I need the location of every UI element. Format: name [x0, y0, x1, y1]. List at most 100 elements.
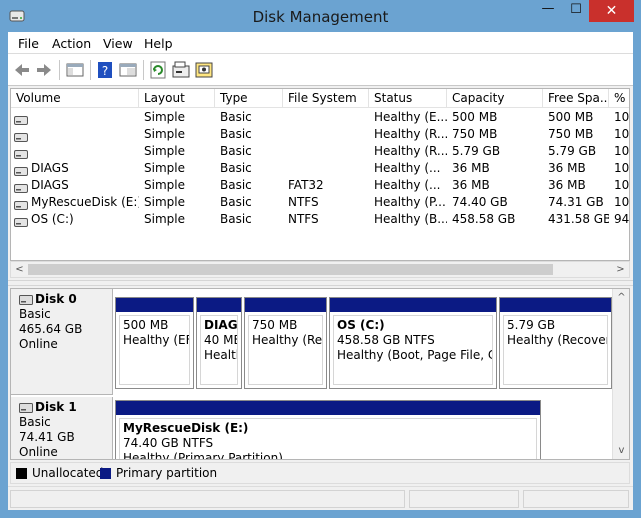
back-icon[interactable] — [12, 60, 32, 80]
cell-text: Simple — [144, 178, 185, 192]
partition-diags[interactable]: DIAGS 40 MB Health — [196, 297, 242, 389]
cell-text: 94 — [614, 212, 630, 226]
menu-action[interactable]: Action — [52, 36, 91, 51]
disk-size: 74.41 GB — [19, 430, 75, 444]
cell-percent-free: 100 — [609, 109, 629, 126]
column-header-type[interactable]: Type — [215, 89, 283, 108]
cell-status: Healthy (... — [369, 160, 447, 177]
scroll-down-button[interactable]: v — [613, 442, 629, 459]
horizontal-scrollbar[interactable]: < > — [10, 261, 630, 278]
svg-text:?: ? — [102, 64, 108, 78]
partition-myrescuedisk-e[interactable]: MyRescueDisk (E:) 74.40 GB NTFS Healthy … — [115, 400, 541, 459]
disk-properties-icon[interactable] — [194, 60, 214, 80]
forward-icon[interactable] — [34, 60, 54, 80]
pane-splitter[interactable] — [8, 280, 633, 286]
cell-text: 36 MB — [548, 178, 586, 192]
cell-text: Basic — [220, 144, 252, 158]
cell-layout: Simple — [139, 109, 215, 126]
cell-capacity: 458.58 GB — [447, 211, 543, 228]
volume-row[interactable]: DIAGS Simple Basic Healthy (... 36 MB 36 MB 10… — [11, 160, 629, 177]
column-header-volume[interactable]: Volume — [11, 89, 139, 108]
primary-partition-bar — [116, 298, 193, 312]
scroll-right-button[interactable]: > — [612, 262, 629, 277]
menu-view[interactable]: View — [103, 36, 133, 51]
volume-list[interactable]: Volume Layout Type File System Status Ca… — [10, 88, 630, 261]
scroll-up-button[interactable]: ^ — [613, 289, 629, 306]
column-header-percent-free[interactable]: % F — [609, 89, 629, 108]
partition-info: DIAGS 40 MB Health — [200, 315, 238, 385]
volume-row[interactable]: MyRescueDisk (E:) Simple Basic NTFS Healthy … — [11, 194, 629, 211]
column-header-free-space[interactable]: Free Spa... — [543, 89, 609, 108]
cell-text: DIAGS — [31, 161, 69, 175]
disk-type: Basic — [19, 307, 51, 321]
disk-label[interactable]: Disk 0 Basic 465.64 GB Online — [11, 289, 113, 395]
cell-text: Healthy (... — [374, 161, 441, 175]
volume-row[interactable]: DIAGS Simple Basic FAT32 Healthy (... 36 MB 36… — [11, 177, 629, 194]
scroll-left-button[interactable]: < — [11, 262, 28, 277]
help-icon[interactable]: ? — [95, 60, 115, 80]
close-button[interactable]: ✕ — [589, 0, 634, 22]
menu-help[interactable]: Help — [144, 36, 173, 51]
volume-row[interactable]: Simple Basic Healthy (E... 500 MB 500 MB 100 — [11, 109, 629, 126]
menu-file[interactable]: File — [18, 36, 39, 51]
cell-text: Simple — [144, 195, 185, 209]
cell-free-space: 36 MB — [543, 177, 609, 194]
partition-status: Healthy (Recovery — [507, 333, 608, 347]
legend-swatch-unallocated — [16, 468, 27, 479]
rescan-disks-icon[interactable] — [171, 60, 191, 80]
legend-swatch-primary — [100, 468, 111, 479]
toolbar-separator — [143, 60, 144, 80]
cell-volume — [11, 126, 139, 143]
column-header-capacity[interactable]: Capacity — [447, 89, 543, 108]
column-header-layout[interactable]: Layout — [139, 89, 215, 108]
cell-file-system: NTFS — [283, 211, 369, 228]
column-header-status[interactable]: Status — [369, 89, 447, 108]
cell-percent-free: 94 — [609, 211, 630, 228]
properties-icon[interactable] — [118, 60, 138, 80]
cell-text: NTFS — [288, 212, 319, 226]
maximize-button[interactable]: ☐ — [561, 0, 591, 22]
refresh-icon[interactable] — [148, 60, 168, 80]
cell-layout: Simple — [139, 126, 215, 143]
partition-name: MyRescueDisk (E:) — [123, 421, 249, 435]
volume-row[interactable]: Simple Basic Healthy (R... 750 MB 750 MB 100 — [11, 126, 629, 143]
vertical-scrollbar[interactable]: ^ v — [612, 289, 629, 459]
cell-text: Healthy (R... — [374, 127, 447, 141]
cell-percent-free: 100 — [609, 194, 629, 211]
volume-drive-icon — [14, 164, 28, 176]
cell-free-space: 36 MB — [543, 160, 609, 177]
primary-partition-bar — [500, 298, 611, 312]
disk-label[interactable]: Disk 1 Basic 74.41 GB Online — [11, 397, 113, 459]
legend-label-primary: Primary partition — [116, 466, 218, 480]
cell-text: 500 MB — [452, 110, 498, 124]
cell-text: 5.79 GB — [452, 144, 501, 158]
volume-list-header: Volume Layout Type File System Status Ca… — [11, 89, 629, 108]
cell-text: Simple — [144, 127, 185, 141]
cell-status: Healthy (R... — [369, 126, 447, 143]
disk-graphical-view: Disk 0 Basic 465.64 GB Online 500 MB Hea… — [10, 288, 630, 460]
column-header-file-system[interactable]: File System — [283, 89, 369, 108]
title-bar[interactable]: Disk Management — ☐ ✕ — [0, 0, 641, 32]
volume-drive-icon — [14, 181, 28, 193]
partition-status: Healthy (Boot, Page File, Cras — [337, 348, 492, 362]
cell-text: Basic — [220, 212, 252, 226]
show-hide-console-tree-icon[interactable] — [65, 60, 85, 80]
minimize-button[interactable]: — — [533, 0, 563, 22]
cell-file-system: NTFS — [283, 194, 369, 211]
cell-capacity: 36 MB — [447, 177, 543, 194]
cell-text: 431.58 GB — [548, 212, 609, 226]
cell-file-system — [283, 109, 369, 126]
partition-efi[interactable]: 500 MB Healthy (EFI — [115, 297, 194, 389]
partition-recovery-5-79[interactable]: 5.79 GB Healthy (Recovery — [499, 297, 612, 389]
partition-os-c[interactable]: OS (C:) 458.58 GB NTFS Healthy (Boot, Pa… — [329, 297, 497, 389]
cell-text: Simple — [144, 144, 185, 158]
volume-row[interactable]: Simple Basic Healthy (R... 5.79 GB 5.79 GB 10… — [11, 143, 630, 160]
cell-text: 100 — [614, 144, 630, 158]
disk-management-window: Disk Management — ☐ ✕ File Action View H… — [0, 0, 641, 518]
horizontal-scroll-thumb[interactable] — [28, 264, 553, 275]
volume-drive-icon — [14, 147, 28, 159]
volume-row[interactable]: OS (C:) Simple Basic NTFS Healthy (B... 458.5… — [11, 211, 630, 228]
partition-recovery-750[interactable]: 750 MB Healthy (Reco — [244, 297, 327, 389]
cell-text: 750 MB — [452, 127, 498, 141]
cell-type: Basic — [215, 177, 283, 194]
